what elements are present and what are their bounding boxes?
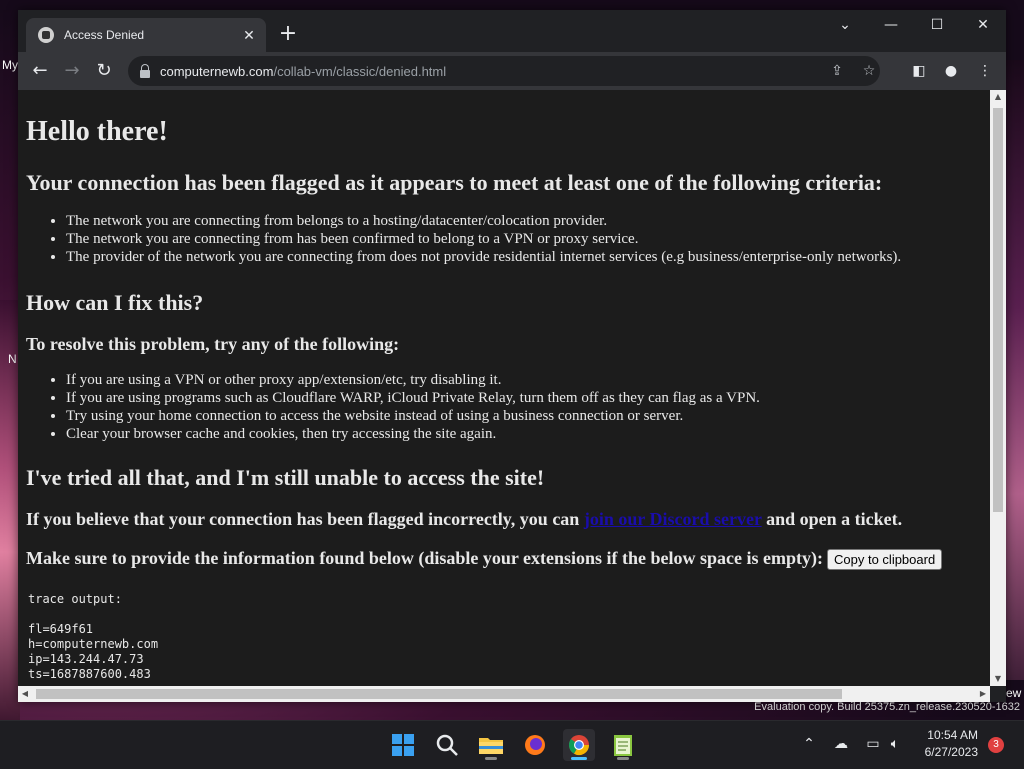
desktop-icon-label[interactable]: ew <box>1006 686 1021 700</box>
new-tab-button[interactable]: + <box>276 23 300 47</box>
tab-strip: Access Denied ✕ + ⌄ — ☐ ✕ <box>18 10 1006 52</box>
forward-arrow-icon[interactable]: → <box>60 59 84 83</box>
lock-icon[interactable] <box>140 64 150 78</box>
maximize-button[interactable]: ☐ <box>914 10 960 42</box>
minimize-button[interactable]: — <box>868 10 914 42</box>
browser-toolbar: ← → ↻ computernewb.com/collab-vm/classic… <box>18 52 1006 90</box>
running-indicator <box>617 757 629 760</box>
vertical-scroll-thumb[interactable] <box>993 108 1003 512</box>
tab-search-chevron-icon[interactable]: ⌄ <box>822 10 868 42</box>
firefox-icon <box>525 735 545 755</box>
page-title: Hello there! <box>26 116 168 147</box>
list-item: Clear your browser cache and cookies, th… <box>66 425 982 443</box>
windows-logo-icon <box>392 734 414 756</box>
tab-access-denied[interactable]: Access Denied ✕ <box>26 18 266 52</box>
side-panel-icon[interactable]: ◧ <box>910 62 928 80</box>
close-tab-icon[interactable]: ✕ <box>240 26 258 44</box>
running-indicator <box>485 757 497 760</box>
tried-heading: I've tried all that, and I'm still unabl… <box>26 465 545 490</box>
chevron-up-icon[interactable]: ⌃ <box>799 733 819 755</box>
info-text: Make sure to provide the information fou… <box>26 548 982 571</box>
chrome-button[interactable] <box>563 729 595 761</box>
back-arrow-icon[interactable]: ← <box>28 59 52 83</box>
display-icon[interactable]: ▭ <box>863 733 883 755</box>
horizontal-scroll-thumb[interactable] <box>36 689 842 699</box>
vertical-scrollbar[interactable]: ▲ ▼ <box>990 90 1006 686</box>
evaluation-watermark: Evaluation copy. Build 25375.zn_release.… <box>754 701 1020 713</box>
ticket-text: If you believe that your connection has … <box>26 509 903 529</box>
bookmark-star-icon[interactable]: ☆ <box>860 62 878 80</box>
criteria-list: The network you are connecting from belo… <box>26 212 982 266</box>
scroll-right-arrow-icon[interactable]: ▶ <box>976 686 990 702</box>
clock-time: 10:54 AM <box>927 728 978 742</box>
fix-heading: How can I fix this? <box>26 290 204 315</box>
search-button[interactable] <box>431 729 463 761</box>
list-item: Try using your home connection to access… <box>66 407 982 425</box>
scroll-left-arrow-icon[interactable]: ◀ <box>18 686 32 702</box>
trace-output: trace output: fl=649f61 h=computernewb.c… <box>28 592 159 682</box>
scroll-down-arrow-icon[interactable]: ▼ <box>990 672 1006 686</box>
site-favicon-icon <box>38 27 54 43</box>
taskbar: ⌃ ☁ ▭ 🔈︎ 10:54 AM 6/27/2023 3 <box>0 720 1024 769</box>
scroll-up-arrow-icon[interactable]: ▲ <box>990 90 1006 104</box>
profile-avatar-icon[interactable]: ● <box>942 62 960 80</box>
list-item: The provider of the network you are conn… <box>66 248 982 266</box>
tab-title: Access Denied <box>64 28 145 42</box>
notepad-button[interactable] <box>607 729 639 761</box>
list-item: The network you are connecting from has … <box>66 230 982 248</box>
discord-link[interactable]: join our Discord server <box>584 509 762 529</box>
list-item: If you are using a VPN or other proxy ap… <box>66 371 982 389</box>
list-item: If you are using programs such as Cloudf… <box>66 389 982 407</box>
start-button[interactable] <box>387 729 419 761</box>
close-window-button[interactable]: ✕ <box>960 10 1006 42</box>
resolve-subheading: To resolve this problem, try any of the … <box>26 334 400 354</box>
horizontal-scrollbar[interactable]: ◀ ▶ <box>18 686 990 702</box>
reload-icon[interactable]: ↻ <box>92 59 116 83</box>
url-text[interactable]: computernewb.com/collab-vm/classic/denie… <box>160 64 446 79</box>
address-bar[interactable]: computernewb.com/collab-vm/classic/denie… <box>128 56 880 86</box>
system-clock[interactable]: 10:54 AM 6/27/2023 <box>918 727 978 761</box>
page-viewport: Hello there! Your connection has been fl… <box>18 90 990 686</box>
criteria-heading: Your connection has been flagged as it a… <box>26 170 883 195</box>
network-offline-icon[interactable]: ☁ <box>831 733 851 755</box>
desktop-icon-label[interactable]: My <box>2 58 18 72</box>
file-explorer-button[interactable] <box>475 729 507 761</box>
firefox-button[interactable] <box>519 729 551 761</box>
search-icon <box>436 734 458 756</box>
menu-kebab-icon[interactable]: ⋮ <box>976 62 994 80</box>
copy-to-clipboard-button[interactable]: Copy to clipboard <box>827 549 943 571</box>
desktop-icon-label[interactable]: N <box>8 352 17 366</box>
browser-window: Access Denied ✕ + ⌄ — ☐ ✕ ← → ↻ computer… <box>18 10 1006 702</box>
clock-date: 6/27/2023 <box>924 745 978 759</box>
fixes-list: If you are using a VPN or other proxy ap… <box>26 371 982 443</box>
share-icon[interactable]: ⇪ <box>828 62 846 80</box>
volume-icon[interactable]: 🔈︎ <box>885 733 905 755</box>
notification-badge[interactable]: 3 <box>988 737 1004 753</box>
running-indicator <box>571 757 587 760</box>
list-item: The network you are connecting from belo… <box>66 212 982 230</box>
